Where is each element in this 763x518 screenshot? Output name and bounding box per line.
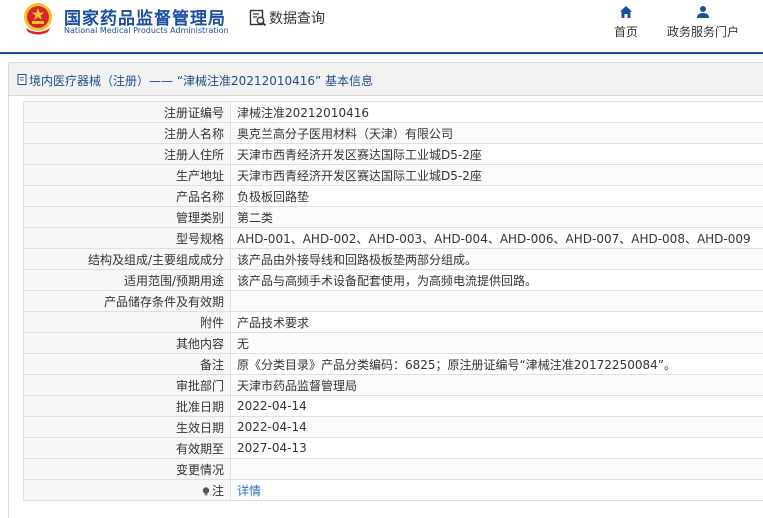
field-value: 2022-04-14	[230, 416, 763, 438]
home-icon	[620, 6, 632, 18]
table-row: 批准日期 2022-04-14	[23, 395, 763, 417]
note-value-cell: 详情	[230, 479, 763, 501]
field-value	[230, 458, 763, 480]
field-value: 津械注准20212010416	[230, 101, 763, 123]
note-label: 注	[211, 483, 224, 498]
details-link[interactable]: 详情	[237, 484, 261, 498]
lightbulb-icon	[202, 486, 210, 495]
table-row: 其他内容无	[23, 332, 763, 354]
note-label-cell: 注	[23, 479, 231, 501]
field-value: 天津市西青经济开发区赛达国际工业城D5-2座	[230, 143, 763, 165]
table-row: 生产地址 天津市西青经济开发区赛达国际工业城D5-2座	[23, 164, 763, 186]
field-value: 无	[230, 332, 763, 354]
field-value: 产品技术要求	[230, 311, 763, 333]
table-row: 注册证编号 津械注准20212010416	[23, 101, 763, 123]
table-row: 变更情况	[23, 458, 763, 480]
field-label: 适用范围/预期用途	[23, 269, 231, 291]
field-label: 注册人住所	[23, 143, 231, 165]
field-value	[230, 290, 763, 312]
header-divider	[0, 52, 763, 54]
table-row: 产品名称 负极板回路垫	[23, 185, 763, 207]
field-label: 审批部门	[23, 374, 231, 396]
field-label: 生效日期	[23, 416, 231, 438]
nav-home-label: 首页	[613, 25, 638, 39]
field-label: 备注	[23, 353, 231, 375]
table-row: 备注 原《分类目录》产品分类编码：6825；原注册证编号“津械注准20172250…	[23, 353, 763, 375]
data-query-link[interactable]: 数据查询	[269, 8, 325, 28]
field-label: 型号规格	[23, 227, 231, 249]
user-icon	[697, 6, 709, 18]
field-value: 2027-04-13	[230, 437, 763, 459]
table-row: 生效日期 2022-04-14	[23, 416, 763, 438]
field-value: 天津市西青经济开发区赛达国际工业城D5-2座	[230, 164, 763, 186]
field-label: 其他内容	[23, 332, 231, 354]
info-panel: 境内医疗器械（注册）—— “津械注准20212010416” 基本信息 注册证编…	[8, 62, 763, 518]
field-label: 注册证编号	[23, 101, 231, 123]
nav-home[interactable]: 首页	[606, 4, 646, 40]
nav-portal-label: 政务服务门户	[666, 25, 739, 39]
table-row: 有效期至 2027-04-13	[23, 437, 763, 459]
field-label: 有效期至	[23, 437, 231, 459]
field-label: 批准日期	[23, 395, 231, 417]
field-value: 该产品由外接导线和回路极板垫两部分组成。	[230, 248, 763, 270]
table-row: 注册人名称 奥克兰高分子医用材料（天津）有限公司	[23, 122, 763, 144]
table-row: 注册人住所 天津市西青经济开发区赛达国际工业城D5-2座	[23, 143, 763, 165]
field-value: 奥克兰高分子医用材料（天津）有限公司	[230, 122, 763, 144]
document-icon	[17, 74, 27, 85]
site-subtitle: National Medical Products Administration	[64, 26, 229, 35]
field-value: 2022-04-14	[230, 395, 763, 417]
panel-header: 境内医疗器械（注册）—— “津械注准20212010416” 基本信息	[9, 63, 763, 96]
field-label: 附件	[23, 311, 231, 333]
field-label: 变更情况	[23, 458, 231, 480]
field-value: 第二类	[230, 206, 763, 228]
nav-service-portal[interactable]: 政务服务门户	[662, 4, 744, 40]
field-value: 天津市药品监督管理局	[230, 374, 763, 396]
national-emblem-icon[interactable]	[22, 2, 54, 36]
table-row: 型号规格 AHD-001、AHD-002、AHD-003、AHD-004、AHD-…	[23, 227, 763, 249]
field-label: 管理类别	[23, 206, 231, 228]
field-label: 结构及组成/主要组成成分	[23, 248, 231, 270]
table-row: 适用范围/预期用途 该产品与高频手术设备配套使用，为高频电流提供回路。	[23, 269, 763, 291]
table-row: 结构及组成/主要组成成分 该产品由外接导线和回路极板垫两部分组成。	[23, 248, 763, 270]
field-label: 产品储存条件及有效期	[23, 290, 231, 312]
data-query-icon[interactable]	[249, 9, 267, 27]
info-table: 注册证编号 津械注准20212010416 注册人名称 奥克兰高分子医用材料（天津）有…	[23, 101, 763, 501]
note-row: 注详情	[23, 479, 763, 501]
table-row: 附件 产品技术要求	[23, 311, 763, 333]
table-row: 审批部门 天津市药品监督管理局	[23, 374, 763, 396]
field-value: 负极板回路垫	[230, 185, 763, 207]
field-value: 该产品与高频手术设备配套使用，为高频电流提供回路。	[230, 269, 763, 291]
panel-title: 境内医疗器械（注册）—— “津械注准20212010416” 基本信息	[29, 74, 374, 88]
field-label: 生产地址	[23, 164, 231, 186]
table-row: 产品储存条件及有效期	[23, 290, 763, 312]
field-value: AHD-001、AHD-002、AHD-003、AHD-004、AHD-006、…	[230, 227, 763, 249]
table-row: 管理类别 第二类	[23, 206, 763, 228]
field-label: 注册人名称	[23, 122, 231, 144]
site-header: 国家药品监督管理局 National Medical Products Admi…	[0, 0, 763, 52]
field-value: 原《分类目录》产品分类编码：6825；原注册证编号“津械注准2017225008…	[230, 353, 763, 375]
field-label: 产品名称	[23, 185, 231, 207]
